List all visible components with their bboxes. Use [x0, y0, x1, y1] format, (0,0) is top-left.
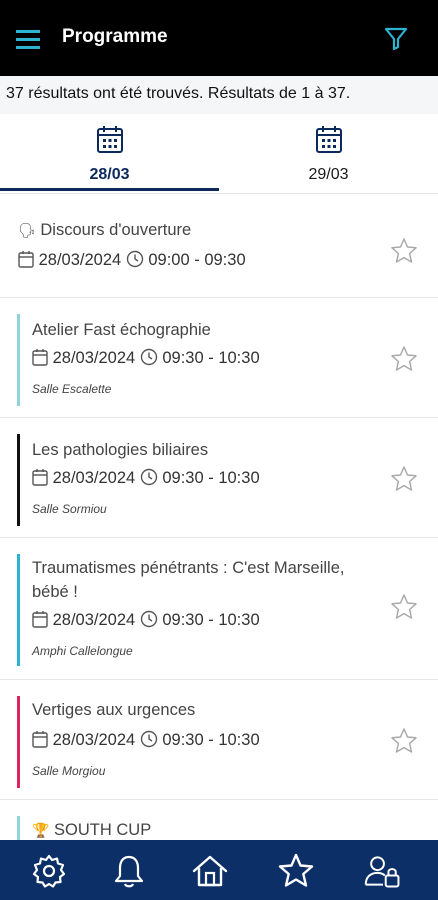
session-meta: 28/03/2024 09:00 - 09:30 — [18, 250, 246, 270]
speaker-emoji-icon: 🗣 — [18, 222, 36, 238]
room-color-bar — [17, 816, 20, 840]
session-room: Salle Escalette — [32, 382, 112, 396]
session-meta: 28/03/2024 09:30 - 10:30 — [32, 730, 260, 750]
tab-28-03[interactable]: 28/03 — [0, 114, 219, 194]
session-title: 🗣 Discours d'ouverture — [18, 218, 358, 242]
tab-label: 29/03 — [308, 166, 349, 183]
hamburger-menu-icon[interactable] — [14, 26, 44, 52]
session-date: 28/03/2024 — [52, 469, 136, 487]
clock-icon — [140, 730, 157, 748]
session-item[interactable]: Traumatismes pénétrants : C'est Marseill… — [0, 538, 438, 680]
favorite-star-icon[interactable] — [389, 236, 419, 266]
session-title-text: SOUTH CUP — [54, 821, 152, 839]
session-room: Amphi Callelongue — [32, 644, 133, 658]
session-time: 09:30 - 10:30 — [162, 611, 260, 629]
session-title: 🏆 SOUTH CUP — [32, 818, 372, 840]
session-time: 09:30 - 10:30 — [162, 731, 260, 749]
calendar-icon — [96, 126, 123, 153]
session-date: 28/03/2024 — [38, 251, 122, 269]
date-tabs: 28/03 29/03 — [0, 114, 438, 194]
calendar-icon — [18, 251, 34, 268]
session-time: 09:30 - 10:30 — [162, 469, 260, 487]
calendar-icon — [32, 731, 48, 748]
session-date: 28/03/2024 — [52, 611, 136, 629]
room-color-bar — [17, 314, 20, 406]
favorite-star-icon[interactable] — [389, 592, 419, 622]
session-meta: 28/03/2024 09:30 - 10:30 — [32, 610, 260, 630]
room-color-bar — [17, 696, 20, 788]
calendar-icon — [32, 349, 48, 366]
clock-icon — [140, 468, 157, 486]
selected-tab-indicator — [0, 188, 219, 191]
results-count: 37 résultats ont été trouvés. Résultats … — [0, 76, 438, 114]
calendar-icon — [32, 611, 48, 628]
session-time: 09:00 - 09:30 — [148, 251, 246, 269]
session-item[interactable]: 🏆 SOUTH CUP — [0, 800, 438, 840]
session-item[interactable]: 🗣 Discours d'ouverture 28/03/2024 09:00 … — [0, 194, 438, 298]
session-title: Atelier Fast échographie — [32, 321, 211, 339]
filter-icon[interactable] — [382, 24, 410, 52]
session-item[interactable]: Vertiges aux urgences 28/03/2024 09:30 -… — [0, 680, 438, 800]
clock-icon — [126, 250, 143, 268]
bell-icon[interactable] — [109, 851, 149, 891]
room-color-bar — [17, 554, 20, 666]
bottom-navigation — [0, 840, 438, 900]
trophy-emoji-icon: 🏆 — [32, 822, 50, 838]
calendar-icon — [32, 469, 48, 486]
session-date: 28/03/2024 — [52, 349, 136, 367]
tab-label: 28/03 — [89, 166, 130, 183]
session-title: Les pathologies biliaires — [32, 441, 209, 459]
home-icon[interactable] — [190, 851, 230, 891]
calendar-icon — [315, 126, 342, 153]
session-title: Vertiges aux urgences — [32, 701, 196, 719]
star-icon[interactable] — [276, 851, 316, 891]
session-date: 28/03/2024 — [52, 731, 136, 749]
gear-icon[interactable] — [29, 851, 69, 891]
session-title: Traumatismes pénétrants : C'est Marseill… — [32, 559, 345, 601]
session-item[interactable]: Les pathologies biliaires 28/03/2024 09:… — [0, 418, 438, 538]
favorite-star-icon[interactable] — [389, 726, 419, 756]
favorite-star-icon[interactable] — [389, 344, 419, 374]
session-meta: 28/03/2024 09:30 - 10:30 — [32, 468, 260, 488]
room-color-bar — [17, 434, 20, 526]
session-room: Salle Morgiou — [32, 764, 106, 778]
clock-icon — [140, 610, 157, 628]
user-lock-icon[interactable] — [363, 851, 403, 891]
session-item[interactable]: Atelier Fast échographie 28/03/2024 09:3… — [0, 298, 438, 418]
favorite-star-icon[interactable] — [389, 464, 419, 494]
session-list[interactable]: 🗣 Discours d'ouverture 28/03/2024 09:00 … — [0, 194, 438, 840]
session-room: Salle Sormiou — [32, 502, 107, 516]
session-title-text: Discours d'ouverture — [40, 221, 192, 239]
tab-29-03[interactable]: 29/03 — [219, 114, 438, 194]
app-header: Programme — [0, 0, 438, 76]
session-meta: 28/03/2024 09:30 - 10:30 — [32, 348, 260, 368]
session-time: 09:30 - 10:30 — [162, 349, 260, 367]
clock-icon — [140, 348, 157, 366]
page-title: Programme — [62, 26, 168, 47]
